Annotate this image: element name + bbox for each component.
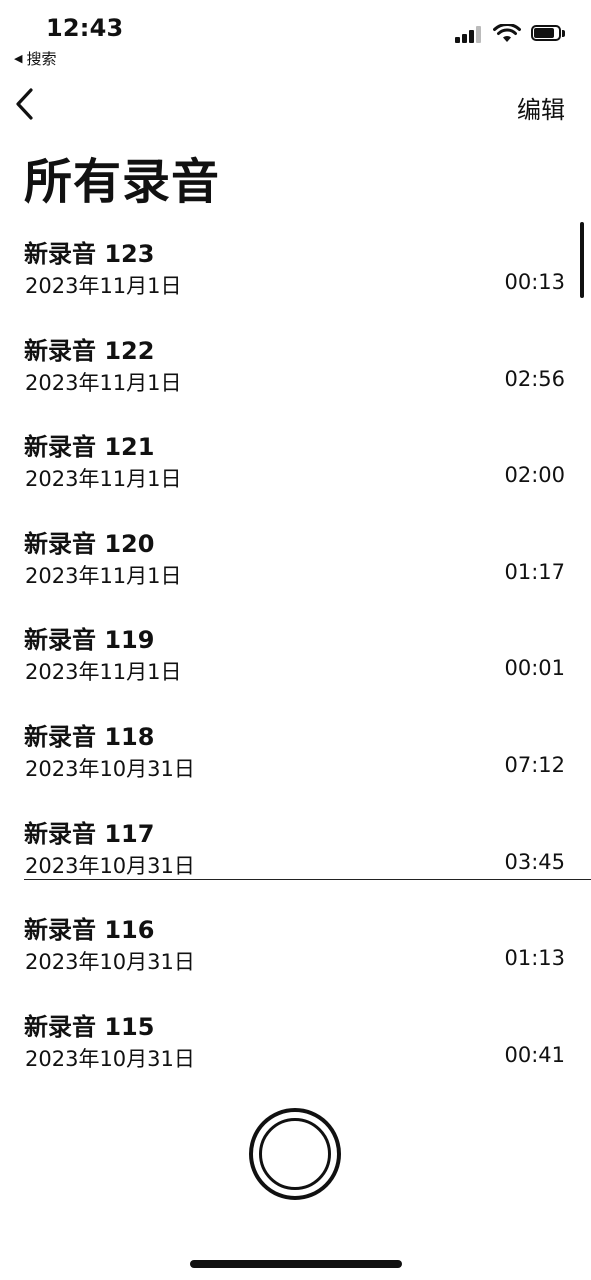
back-to-search-link[interactable]: ◀ 搜索: [14, 48, 56, 69]
status-bar: 12:43 ◀ 搜索: [0, 0, 591, 70]
edit-button[interactable]: 编辑: [517, 90, 565, 125]
battery-icon: [531, 25, 567, 43]
page-title: 所有录音: [24, 154, 221, 210]
recording-item[interactable]: 新录音 116 2023年10月31日 01:13: [0, 906, 591, 1003]
recording-item[interactable]: 新录音 120 2023年11月1日 01:17: [0, 520, 591, 617]
recording-duration: 03:45: [504, 849, 565, 874]
recording-date: 2023年11月1日: [25, 660, 182, 685]
status-time: 12:43: [46, 14, 124, 42]
recording-title: 新录音 116: [24, 916, 155, 945]
recording-title: 新录音 117: [24, 819, 155, 848]
recording-item[interactable]: 新录音 118 2023年10月31日 07:12: [0, 713, 591, 810]
recording-title: 新录音 120: [24, 529, 155, 558]
recording-duration: 00:13: [504, 270, 565, 294]
recording-date: 2023年11月1日: [25, 563, 182, 588]
recording-date: 2023年11月1日: [25, 370, 182, 395]
recording-date: 2023年10月31日: [25, 756, 195, 781]
recording-duration: 02:00: [504, 463, 565, 488]
recording-item[interactable]: 新录音 119 2023年11月1日 00:01: [0, 616, 591, 713]
recording-date: 2023年11月1日: [25, 274, 182, 298]
cellular-signal-icon: [455, 25, 483, 43]
voice-memos-screen: 12:43 ◀ 搜索 编辑 所有录音 新录音 123 2023年11月1日 00…: [0, 0, 591, 1280]
chevron-left-icon[interactable]: [12, 86, 40, 122]
back-to-search-label: 搜索: [26, 50, 57, 68]
recording-date: 2023年10月31日: [25, 1046, 195, 1071]
recording-item[interactable]: 新录音 121 2023年11月1日 02:00: [0, 423, 591, 520]
recording-item[interactable]: 新录音 123 2023年11月1日 00:13: [0, 230, 591, 327]
recording-item[interactable]: 新录音 115 2023年10月31日 00:41: [0, 1003, 591, 1100]
recording-date: 2023年10月31日: [25, 853, 195, 878]
record-button[interactable]: [249, 1108, 341, 1200]
recording-date: 2023年10月31日: [25, 950, 195, 975]
recording-list: 新录音 123 2023年11月1日 00:13 新录音 122 2023年11…: [0, 230, 591, 1099]
recording-title: 新录音 119: [24, 626, 155, 655]
back-triangle-icon: ◀: [14, 52, 23, 65]
recording-title: 新录音 122: [24, 336, 155, 365]
recording-duration: 01:17: [504, 559, 565, 584]
recording-item[interactable]: 新录音 117 2023年10月31日 03:45: [0, 810, 591, 907]
recording-duration: 00:01: [504, 656, 565, 681]
wifi-icon: [493, 24, 521, 42]
recording-duration: 01:13: [504, 946, 565, 971]
recording-duration: 00:41: [504, 1042, 565, 1067]
recording-date: 2023年11月1日: [25, 467, 182, 492]
recording-title: 新录音 121: [24, 433, 155, 462]
record-button-inner-ring: [259, 1118, 331, 1190]
status-icons: [455, 24, 567, 44]
recording-item[interactable]: 新录音 122 2023年11月1日 02:56: [0, 327, 591, 424]
recording-title: 新录音 123: [24, 240, 155, 268]
recording-title: 新录音 118: [24, 722, 155, 751]
recording-title: 新录音 115: [24, 1012, 155, 1041]
home-indicator[interactable]: [190, 1260, 402, 1268]
recording-duration: 02:56: [504, 366, 565, 391]
recording-duration: 07:12: [504, 752, 565, 777]
